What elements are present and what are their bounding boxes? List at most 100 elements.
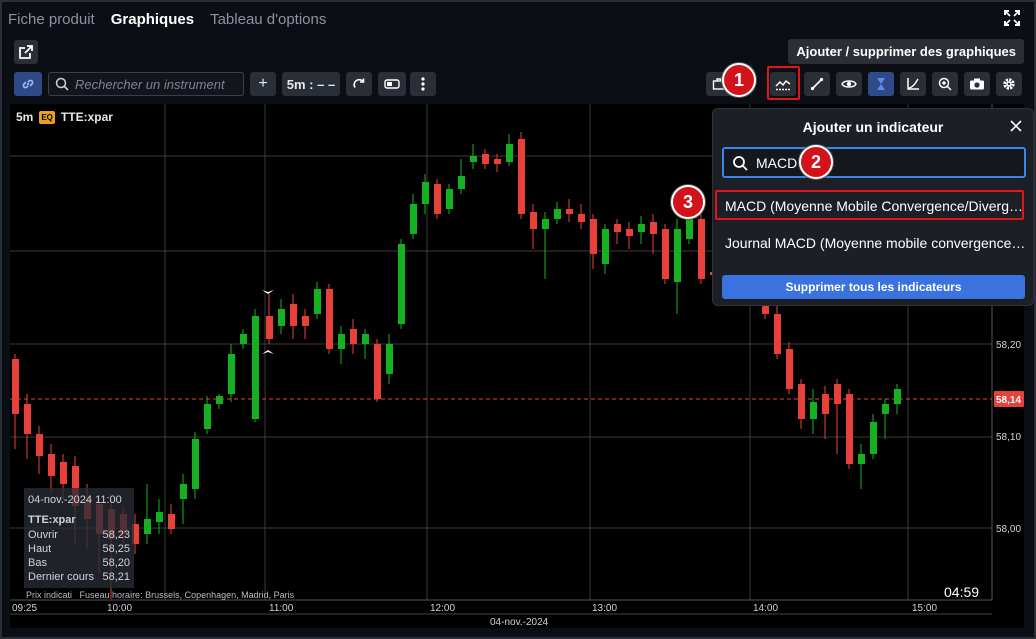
candle-body (810, 402, 817, 419)
candle-body (168, 514, 175, 529)
candle-body (822, 394, 829, 414)
date-axis-label: 04-nov.-2024 (490, 617, 549, 628)
bar-countdown: 04:59 (944, 584, 980, 600)
tab-graphiques[interactable]: Graphiques (111, 11, 194, 28)
candle-body (674, 229, 681, 282)
candle-body (338, 334, 345, 349)
indicator-item-journal-macd[interactable]: Journal MACD (Moyenne mobile convergence… (717, 229, 1027, 257)
candle-body (894, 389, 901, 404)
indicator-search (722, 147, 1026, 178)
price-tick-label: 58,20 (996, 340, 1021, 351)
candle-body (858, 454, 865, 464)
instrument-search-input[interactable] (75, 76, 235, 92)
candle-body (278, 309, 285, 326)
candle-body (662, 229, 669, 279)
remove-all-indicators-button[interactable]: Supprimer tous les indicateurs (722, 275, 1025, 299)
tab-fiche-produit[interactable]: Fiche produit (8, 11, 95, 28)
link-icon (22, 79, 34, 89)
candle-body (216, 396, 223, 404)
info-row-low: Bas 58,20 (28, 557, 130, 569)
eye-icon (841, 80, 857, 88)
hourglass-icon (877, 78, 885, 90)
gear-icon (1003, 78, 1015, 90)
top-tabs: Fiche produit Graphiques Tableau d'optio… (8, 8, 326, 30)
candle-body (518, 139, 525, 214)
candle-body (314, 289, 321, 314)
candle-body (638, 224, 645, 232)
crosshair-button[interactable] (868, 72, 894, 96)
candle-body (458, 176, 465, 189)
time-tick-label: 15:00 (912, 603, 937, 614)
add-remove-charts-button[interactable]: Ajouter / supprimer des graphiques (788, 39, 1024, 64)
highlight-indicators-button (767, 66, 800, 100)
symbol-label[interactable]: TTE:xpar (61, 110, 113, 124)
panel-title: Ajouter un indicateur (802, 119, 944, 135)
candle-body (554, 209, 561, 219)
equity-badge: EQ (39, 110, 55, 124)
candle-body (590, 219, 597, 254)
camera-icon (970, 78, 984, 90)
candle-body (434, 184, 441, 214)
chart-toolbar: + 5m : – – (10, 70, 1026, 98)
candle-body (192, 439, 199, 489)
visibility-button[interactable] (836, 72, 862, 96)
external-link-icon (19, 45, 33, 59)
add-instrument-button[interactable]: + (250, 72, 276, 96)
candle-body (410, 204, 417, 234)
axis-button[interactable] (900, 72, 926, 96)
time-tick-label: 12:00 (430, 603, 455, 614)
price-tick-label: 58,10 (996, 432, 1021, 443)
step-badge-1: 1 (722, 63, 756, 97)
current-price-label: 58,14 (996, 395, 1021, 406)
instrument-search (48, 72, 244, 96)
interval-selector[interactable]: 5m : – – (282, 72, 340, 96)
trendline-icon (810, 77, 824, 91)
snapshot-button[interactable] (964, 72, 990, 96)
candle-body (446, 189, 453, 209)
candle-body (870, 422, 877, 454)
candle-body (326, 289, 333, 349)
candle-body (266, 316, 273, 339)
candle-body (302, 316, 309, 326)
candle-body (846, 394, 853, 464)
candle-body (698, 219, 705, 279)
candle-body (602, 229, 609, 264)
candle-body (834, 384, 841, 404)
candle-body (482, 154, 489, 164)
zoom-button[interactable] (932, 72, 958, 96)
curve-axis-icon (907, 78, 919, 90)
settings-button[interactable] (996, 72, 1022, 96)
info-symbol: TTE:xpar (28, 514, 76, 526)
candle-body (578, 214, 585, 222)
info-date: 04-nov.-2024 11:00 (28, 494, 122, 506)
candle-body (252, 316, 259, 419)
fullscreen-icon[interactable] (1004, 10, 1020, 26)
indicator-search-input[interactable] (756, 154, 986, 171)
candle-body (228, 354, 235, 394)
candle-body (882, 404, 889, 414)
more-options-button[interactable] (410, 72, 436, 96)
candle-body (362, 334, 369, 344)
refresh-icon (353, 78, 365, 88)
candle-body (398, 244, 405, 324)
trendline-button[interactable] (804, 72, 830, 96)
candle-body (24, 404, 31, 434)
time-tick-label: 11:00 (269, 603, 294, 614)
tab-tableau-options[interactable]: Tableau d'options (210, 11, 326, 28)
candle-body (36, 434, 43, 456)
time-tick-label: 14:00 (753, 603, 778, 614)
popout-button[interactable] (14, 40, 38, 64)
refresh-button[interactable] (346, 72, 372, 96)
candle-body (626, 229, 633, 236)
chart-footnote: Prix indicati Fuseau horaire: Brussels, … (26, 590, 295, 600)
chart-type-button[interactable] (378, 72, 406, 96)
close-icon[interactable] (1009, 119, 1023, 133)
info-row-high: Haut 58,25 (28, 543, 130, 555)
vertical-dots-icon (421, 77, 425, 91)
toggle-icon (384, 79, 400, 89)
time-tick-label: 09:25 (12, 603, 37, 614)
low-marker (262, 350, 274, 354)
candle-body (48, 454, 55, 476)
link-button[interactable] (14, 72, 42, 96)
candle-body (798, 384, 805, 419)
